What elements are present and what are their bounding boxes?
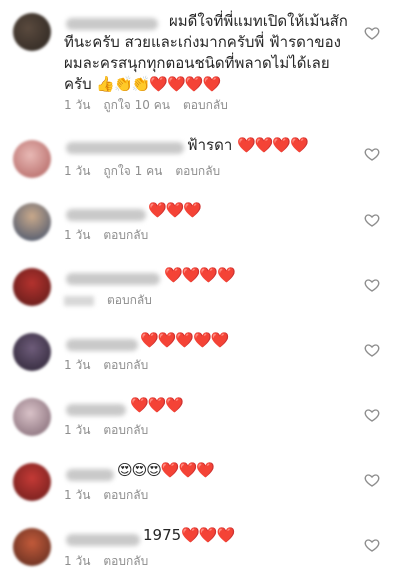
reply-button[interactable]: ตอบกลับ [103, 554, 148, 568]
username-blurred[interactable] [66, 404, 126, 416]
username-blurred[interactable] [66, 209, 146, 221]
reply-button[interactable]: ตอบกลับ [103, 358, 148, 372]
comment-meta: 1 วัน ตอบกลับ [64, 421, 161, 440]
comment-text: ❤️❤️❤️ [130, 395, 340, 416]
avatar[interactable] [13, 13, 51, 51]
heart-outline-icon [364, 344, 380, 357]
reply-button[interactable]: ตอบกลับ [175, 164, 220, 178]
comment-item: ❤️❤️❤️❤️❤️ 1 วัน ตอบกลับ [0, 328, 400, 383]
comment-meta: ตอบกลับ [64, 291, 165, 310]
reply-button[interactable]: ตอบกลับ [103, 228, 148, 242]
comment-emoji: ❤️❤️❤️ [181, 526, 235, 544]
comment-likes[interactable]: ถูกใจ 1 คน [103, 164, 162, 178]
comment-text: ❤️❤️❤️❤️❤️ [140, 330, 350, 351]
comment-time: 1 วัน [64, 554, 91, 568]
comment-text: 😍😍😍❤️❤️❤️ [117, 460, 337, 481]
reply-button[interactable]: ตอบกลับ [103, 488, 148, 502]
like-button[interactable] [364, 277, 380, 293]
comment-meta: 1 วัน ตอบกลับ [64, 552, 161, 571]
heart-outline-icon [364, 214, 380, 227]
comment-time: 1 วัน [64, 228, 91, 242]
comment-text: ฟ้ารดา ❤️❤️❤️❤️ [187, 136, 309, 154]
username-blurred[interactable] [66, 142, 184, 154]
comment-item: ❤️❤️❤️ 1 วัน ตอบกลับ [0, 198, 400, 253]
comment-item: 😍😍😍❤️❤️❤️ 1 วัน ตอบกลับ [0, 458, 400, 513]
comment-time: 1 วัน [64, 358, 91, 372]
comment-emoji: 😍😍😍❤️❤️❤️ [117, 461, 215, 479]
username-blurred[interactable] [66, 534, 140, 546]
comment-text: ❤️❤️❤️❤️ [164, 265, 354, 286]
username-blurred[interactable] [66, 339, 138, 351]
avatar[interactable] [13, 333, 51, 371]
comment-time: 1 วัน [64, 164, 91, 178]
avatar[interactable] [13, 463, 51, 501]
comment-time: 1 วัน [64, 98, 91, 112]
like-button[interactable] [364, 342, 380, 358]
reply-button[interactable]: ตอบกลับ [107, 293, 152, 307]
avatar[interactable] [13, 528, 51, 566]
heart-outline-icon [364, 27, 380, 40]
avatar[interactable] [13, 140, 51, 178]
like-button[interactable] [364, 146, 380, 162]
reply-button[interactable]: ตอบกลับ [183, 98, 228, 112]
comment-text: 1975❤️❤️❤️ [143, 526, 235, 544]
comment-emoji: ❤️❤️❤️❤️ [164, 266, 236, 284]
comment-item: ฟ้ารดา ❤️❤️❤️❤️ 1 วัน ถูกใจ 1 คน ตอบกลับ [0, 132, 400, 187]
avatar[interactable] [13, 268, 51, 306]
comment-item: ผมดีใจที่พี่แมทเปิดให้เม้นสักทีนะครับ สว… [0, 0, 400, 120]
heart-outline-icon [364, 539, 380, 552]
comment-emoji: ❤️❤️❤️❤️❤️ [140, 331, 229, 349]
comment-time-blurred [64, 295, 94, 306]
comment-emoji: ❤️❤️❤️ [130, 396, 184, 414]
heart-outline-icon [364, 409, 380, 422]
comment-text: ❤️❤️❤️ [148, 200, 348, 221]
comment-time: 1 วัน [64, 488, 91, 502]
comment-item: ❤️❤️❤️ 1 วัน ตอบกลับ [0, 393, 400, 448]
comment-meta: 1 วัน ถูกใจ 1 คน ตอบกลับ [64, 162, 233, 181]
comment-likes[interactable]: ถูกใจ 10 คน [103, 98, 170, 112]
like-button[interactable] [364, 25, 380, 41]
like-button[interactable] [364, 407, 380, 423]
avatar[interactable] [13, 398, 51, 436]
comment-text: ผมดีใจที่พี่แมทเปิดให้เม้นสักทีนะครับ สว… [64, 12, 348, 93]
comment-meta: 1 วัน ตอบกลับ [64, 226, 161, 245]
like-button[interactable] [364, 472, 380, 488]
avatar[interactable] [13, 203, 51, 241]
username-blurred[interactable] [66, 469, 114, 481]
comment-meta: 1 วัน ตอบกลับ [64, 356, 161, 375]
comment-item: ❤️❤️❤️❤️ ตอบกลับ [0, 263, 400, 318]
comment-emoji: ❤️❤️❤️❤️ [237, 136, 309, 154]
heart-outline-icon [364, 474, 380, 487]
like-button[interactable] [364, 212, 380, 228]
username-blurred[interactable] [66, 273, 160, 285]
comment-emoji: ❤️❤️❤️ [148, 201, 202, 219]
comment-meta: 1 วัน ตอบกลับ [64, 486, 161, 505]
heart-outline-icon [364, 148, 380, 161]
comment-item: 1975❤️❤️❤️ 1 วัน ตอบกลับ [0, 523, 400, 583]
heart-outline-icon [364, 279, 380, 292]
reply-button[interactable]: ตอบกลับ [103, 423, 148, 437]
comment-emoji: 👍👏👏❤️❤️❤️❤️ [96, 75, 221, 93]
comment-time: 1 วัน [64, 423, 91, 437]
like-button[interactable] [364, 537, 380, 553]
comment-meta: 1 วัน ถูกใจ 10 คน ตอบกลับ [64, 96, 241, 115]
